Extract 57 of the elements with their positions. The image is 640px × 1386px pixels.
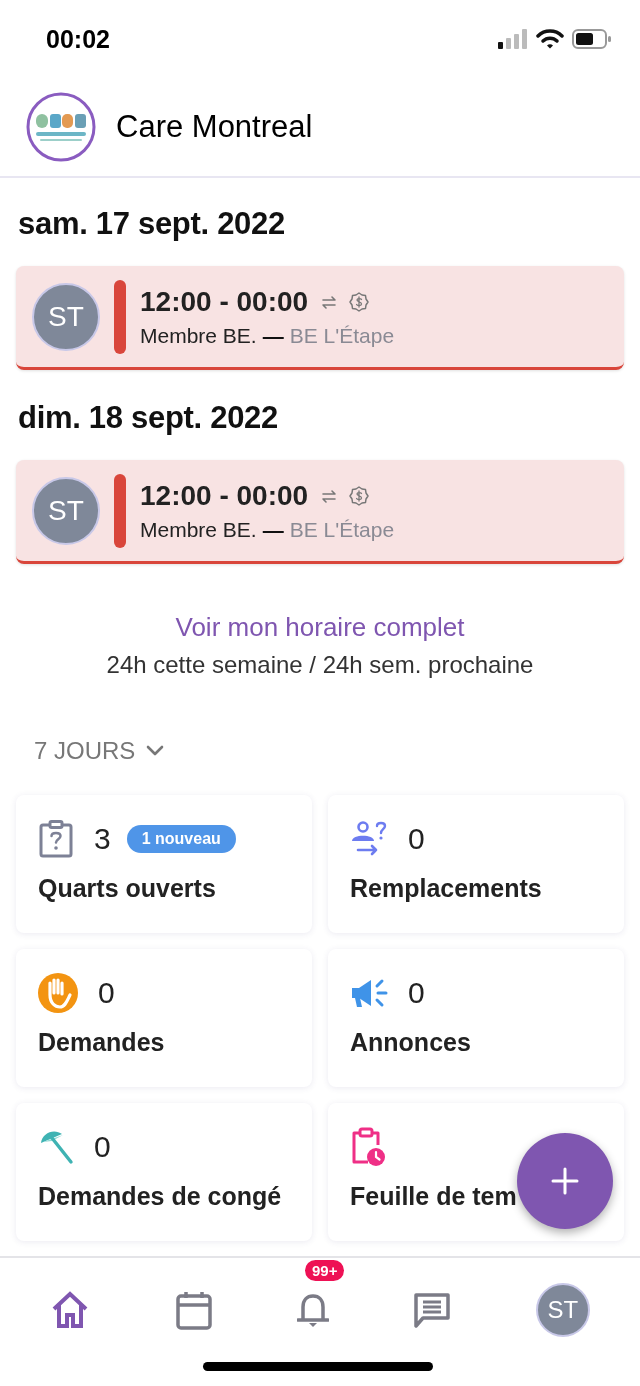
clipboard-clock-icon xyxy=(350,1127,386,1167)
stat-count: 3 xyxy=(94,822,111,856)
message-icon xyxy=(413,1291,452,1329)
date-heading: sam. 17 sept. 2022 xyxy=(18,206,286,242)
shift-card[interactable]: ST 12:00 - 00:00 Membre BE. — BE L'Étape xyxy=(16,266,624,370)
stat-card[interactable]: 0 Remplacements xyxy=(328,795,624,933)
stat-card[interactable]: 0 Demandes xyxy=(16,949,312,1087)
clock-time: 00:02 xyxy=(46,24,110,54)
role-text: Membre BE. xyxy=(140,517,257,542)
tab-bar-item[interactable] xyxy=(296,1292,329,1328)
bell-icon xyxy=(296,1292,329,1328)
stat-label: Quarts ouverts xyxy=(38,873,217,904)
signal-icon xyxy=(498,29,528,49)
stat-count: 0 xyxy=(408,976,425,1010)
date-heading: dim. 18 sept. 2022 xyxy=(18,400,279,436)
plus-icon xyxy=(551,1167,579,1195)
schedule-link[interactable]: Voir mon horaire complet xyxy=(175,612,465,643)
stat-label: Annonces xyxy=(350,1027,472,1058)
dollar-badge-icon xyxy=(348,484,371,507)
beach-umbrella-icon xyxy=(38,1129,74,1165)
dollar-badge-icon xyxy=(348,290,371,313)
location-text: BE L'Étape xyxy=(289,323,395,348)
hours-summary: 24h cette semaine / 24h sem. prochaine xyxy=(106,651,534,679)
separator-text: — xyxy=(262,517,284,542)
tab-bar-item[interactable] xyxy=(413,1291,452,1329)
stat-count: 0 xyxy=(94,1130,111,1164)
clipboard-question-icon xyxy=(38,820,74,858)
stat-label: Demandes de congé xyxy=(38,1181,283,1212)
chevron-down-icon xyxy=(145,744,166,758)
stat-count: 0 xyxy=(98,976,115,1010)
app-title: Care Montreal xyxy=(116,109,313,145)
location-text: BE L'Étape xyxy=(289,517,395,542)
tab-bar-item[interactable]: ST xyxy=(535,1283,590,1337)
stat-card[interactable]: 3 1 nouveau Quarts ouverts xyxy=(16,795,312,933)
stat-card[interactable]: 0 Demandes de congé xyxy=(16,1103,312,1241)
stat-card[interactable]: 0 Annonces xyxy=(328,949,624,1087)
shift-time: 12:00 - 00:00 xyxy=(140,285,309,318)
stat-count: 0 xyxy=(408,822,425,856)
period-dropdown[interactable]: 7 JOURS xyxy=(34,737,166,765)
stat-label: Feuille de tem xyxy=(350,1181,518,1212)
notification-badge: 99+ xyxy=(304,1260,345,1281)
person-swap-icon xyxy=(350,821,388,857)
new-badge: 1 nouveau xyxy=(126,825,236,853)
wifi-icon xyxy=(536,29,564,49)
shift-card[interactable]: ST 12:00 - 00:00 Membre BE. — BE L'Étape xyxy=(16,460,624,564)
raised-hand-icon xyxy=(38,973,78,1013)
stat-label: Remplacements xyxy=(350,873,543,904)
shift-time: 12:00 - 00:00 xyxy=(140,479,309,512)
tab-bar-item[interactable] xyxy=(174,1290,213,1330)
logo-icon xyxy=(26,92,96,162)
avatar: ST xyxy=(32,282,100,351)
role-text: Membre BE. xyxy=(140,323,257,348)
battery-icon xyxy=(572,29,612,49)
separator-text: — xyxy=(262,323,284,348)
avatar: ST xyxy=(32,476,100,545)
stat-label: Demandes xyxy=(38,1027,166,1058)
calendar-icon xyxy=(174,1290,213,1330)
